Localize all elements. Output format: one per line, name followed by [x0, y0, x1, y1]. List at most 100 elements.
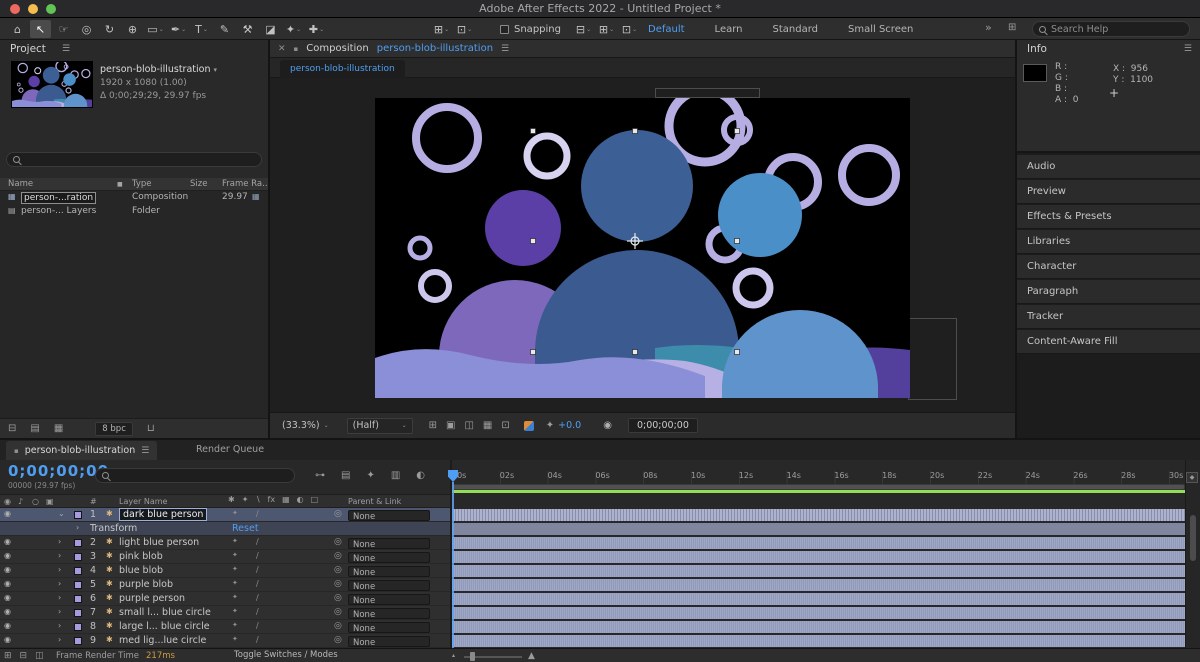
- project-item-name[interactable]: person-... Layers: [21, 206, 96, 216]
- expand-arrow-icon[interactable]: ›: [58, 593, 61, 602]
- layer-switch-icon[interactable]: ✦: [232, 621, 238, 629]
- grid-icon[interactable]: ⊞ ⌄: [431, 20, 452, 38]
- threed-column-icon[interactable]: □: [311, 495, 319, 504]
- workspace-overflow-icon[interactable]: »: [985, 21, 992, 34]
- layer-row[interactable]: ◉ › 6 ✱ purple person ✦ ∕ ◎ None ⌄: [0, 592, 1200, 606]
- zoom-tool-icon[interactable]: ◎: [76, 20, 97, 38]
- column-name[interactable]: Name: [8, 179, 33, 189]
- panel-menu-icon[interactable]: ☰: [501, 44, 509, 54]
- trash-icon[interactable]: ⊔: [147, 423, 155, 434]
- expand-arrow-icon[interactable]: ›: [58, 621, 61, 630]
- parent-link-dropdown[interactable]: None ⌄: [348, 580, 430, 591]
- pan-behind-tool-icon[interactable]: ⊕: [122, 20, 143, 38]
- layer-color-swatch[interactable]: [74, 637, 82, 645]
- target-icon[interactable]: ⊡ ⌄: [454, 20, 475, 38]
- mask-visibility-icon[interactable]: ◫: [464, 420, 473, 431]
- shy-layers-icon[interactable]: ✦: [366, 470, 374, 481]
- project-column-header[interactable]: Name ■ Type Size Frame Ra...: [0, 178, 268, 191]
- audio-column-icon[interactable]: ♪: [18, 497, 23, 506]
- layer-row[interactable]: ◉ › 5 ✱ purple blob ✦ ∕ ◎ None ⌄: [0, 578, 1200, 592]
- type-tool-icon[interactable]: T ⌄: [191, 20, 212, 38]
- quality-column-icon[interactable]: ∖: [255, 495, 260, 504]
- composition-tab-label[interactable]: Composition: [306, 43, 368, 54]
- eye-icon[interactable]: ◉: [4, 607, 11, 616]
- pickwhip-icon[interactable]: ◎: [334, 607, 342, 617]
- expand-arrow-icon[interactable]: ›: [76, 523, 79, 532]
- column-frame-rate[interactable]: Frame Ra...: [222, 179, 270, 189]
- parent-link-dropdown[interactable]: None ⌄: [348, 594, 430, 605]
- layer-color-swatch[interactable]: [74, 581, 82, 589]
- exposure-value[interactable]: +0.0: [558, 420, 581, 431]
- quality-switch-icon[interactable]: ∕: [256, 509, 259, 518]
- layer-row[interactable]: ◉ › 8 ✱ large l... blue circle ✦ ∕ ◎ Non…: [0, 620, 1200, 634]
- composition-canvas[interactable]: [375, 98, 910, 398]
- layer-duration-bar[interactable]: [452, 551, 1185, 563]
- layer-duration-bar[interactable]: [452, 607, 1185, 619]
- eye-icon[interactable]: ◉: [4, 621, 11, 630]
- snapping-checkbox[interactable]: [500, 25, 509, 34]
- expand-arrow-icon[interactable]: ⌄: [58, 509, 65, 518]
- workspace-button[interactable]: Default: [648, 24, 685, 35]
- frame-blend-column-icon[interactable]: ▦: [282, 495, 290, 504]
- composition-viewport[interactable]: [270, 78, 1015, 412]
- motion-blur-column-icon[interactable]: ◐: [297, 495, 304, 504]
- layer-color-swatch[interactable]: [74, 539, 82, 547]
- collapsed-panel[interactable]: Libraries: [1017, 230, 1200, 254]
- layer-row[interactable]: ◉ › 9 ✱ med lig...lue circle ✦ ∕ ◎ None: [0, 634, 1200, 648]
- help-search-field[interactable]: [1032, 21, 1190, 37]
- vertical-scrollbar[interactable]: [1190, 515, 1196, 561]
- eye-icon[interactable]: ◉: [4, 635, 11, 644]
- render-queue-tab[interactable]: Render Queue: [196, 444, 264, 455]
- layer-color-swatch[interactable]: [74, 567, 82, 575]
- shy-column-icon[interactable]: ✱: [228, 495, 235, 504]
- mini-flowchart-icon[interactable]: ⊶: [315, 470, 325, 481]
- current-timecode[interactable]: 0;00;00;00: [8, 462, 109, 480]
- expand-arrow-icon[interactable]: ›: [58, 565, 61, 574]
- quality-switch-icon[interactable]: ∕: [256, 565, 259, 574]
- time-ruler[interactable]: 00s 02s 04s 06s 08s 10s 12s 14s 16s 18s …: [452, 471, 1185, 484]
- layer-duration-bar[interactable]: [452, 579, 1185, 591]
- layer-switch-icon[interactable]: ✦: [232, 579, 238, 587]
- layer-color-swatch[interactable]: [74, 553, 82, 561]
- pickwhip-icon[interactable]: ◎: [334, 635, 342, 645]
- expand-arrow-icon[interactable]: ›: [58, 551, 61, 560]
- layer-name-edit[interactable]: dark blue person: [119, 508, 207, 521]
- parent-link-dropdown[interactable]: None ⌄: [348, 510, 430, 521]
- layer-switch-icon[interactable]: ✦: [232, 635, 238, 643]
- quality-switch-icon[interactable]: ∕: [256, 635, 259, 644]
- layer-switch-icon[interactable]: ✦: [232, 607, 238, 615]
- snapshot-camera-icon[interactable]: ◉: [603, 420, 612, 431]
- layer-row[interactable]: ◉ › 3 ✱ pink blob ✦ ∕ ◎ None ⌄: [0, 550, 1200, 564]
- pickwhip-icon[interactable]: ◎: [334, 565, 342, 575]
- quality-switch-icon[interactable]: ∕: [256, 579, 259, 588]
- viewer-subtab[interactable]: person-blob-illustration: [280, 60, 405, 78]
- hand-tool-icon[interactable]: ☞: [53, 20, 74, 38]
- toggle-transfer-pane-icon[interactable]: ⊟: [20, 651, 28, 661]
- project-item-name[interactable]: person-...ration: [21, 192, 96, 204]
- transform-group-label[interactable]: Transform: [90, 523, 137, 534]
- panel-splitter[interactable]: [268, 40, 270, 438]
- layer-duration-bar[interactable]: [452, 635, 1185, 647]
- quality-switch-icon[interactable]: ∕: [256, 593, 259, 602]
- layer-row[interactable]: ◉ › 2 ✱ light blue person ✦ ∕ ◎ None ⌄: [0, 536, 1200, 550]
- collapsed-panel[interactable]: Effects & Presets: [1017, 205, 1200, 229]
- resolution-dropdown[interactable]: (Half) ⌄: [347, 418, 413, 434]
- motion-blur-icon[interactable]: ◐: [416, 470, 425, 481]
- collapsed-panel[interactable]: Paragraph: [1017, 280, 1200, 304]
- fx-column-icon[interactable]: fx: [268, 495, 276, 504]
- layer-name[interactable]: blue blob: [119, 565, 163, 576]
- layer-duration-bar[interactable]: [452, 621, 1185, 633]
- fast-previews-icon[interactable]: [524, 421, 534, 431]
- magnification-dropdown[interactable]: (33.3%) ⌄: [282, 420, 329, 431]
- layer-name[interactable]: small l... blue circle: [119, 607, 211, 618]
- timeline-zoom-thumb[interactable]: [470, 652, 475, 661]
- eye-column-icon[interactable]: ◉: [4, 497, 11, 506]
- pixel-aspect-icon[interactable]: ⊡: [501, 420, 509, 431]
- solo-column-icon[interactable]: ○: [32, 497, 39, 506]
- clone-stamp-tool-icon[interactable]: ⚒: [237, 20, 258, 38]
- pickwhip-icon[interactable]: ◎: [334, 537, 342, 547]
- panel-menu-icon[interactable]: ☰: [1184, 44, 1192, 54]
- quality-switch-icon[interactable]: ∕: [256, 551, 259, 560]
- toggle-switches-modes-button[interactable]: Toggle Switches / Modes: [228, 650, 344, 660]
- project-panel-title[interactable]: Project: [10, 43, 46, 55]
